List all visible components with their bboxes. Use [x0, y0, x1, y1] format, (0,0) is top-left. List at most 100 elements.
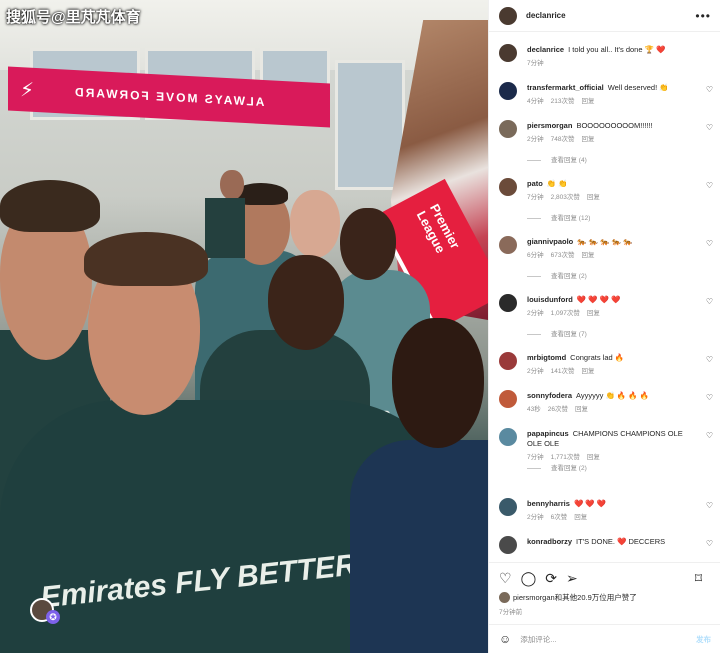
reply-button[interactable]: 回复	[587, 310, 600, 317]
comment-text: BOOOOOOOOOM!!!!!!	[576, 121, 653, 130]
reply-button[interactable]: 回复	[581, 136, 594, 143]
comment-body: declanrice I told you all.. It's done 🏆 ❤…	[527, 45, 699, 69]
comment-likes[interactable]: 673次赞	[551, 252, 575, 259]
view-replies-label[interactable]: 查看回复 (12)	[551, 215, 590, 222]
heart-icon[interactable]: ♡	[706, 85, 713, 94]
heart-icon[interactable]: ♡	[706, 239, 713, 248]
comment-time: 43秒	[527, 406, 541, 413]
avatar[interactable]	[499, 6, 517, 25]
player-hair	[84, 232, 208, 286]
post-timestamp: 7分钟前	[499, 609, 523, 616]
reply-button[interactable]: 回复	[575, 406, 588, 413]
view-replies-label[interactable]: 查看回复 (2)	[551, 465, 587, 472]
avatar[interactable]	[499, 294, 517, 312]
view-replies-button[interactable]: 查看回复 (12)	[527, 212, 590, 222]
emoji-icon[interactable]: ☺	[499, 632, 511, 646]
avatar[interactable]	[499, 390, 517, 408]
post-photo[interactable]: ⚡ ALWAYS MOVE FORWARD Premier League Emi…	[0, 0, 488, 653]
reply-button[interactable]: 回复	[581, 368, 594, 375]
view-replies-label[interactable]: 查看回复 (2)	[551, 273, 587, 280]
comment-time: 2分钟	[527, 310, 544, 317]
repost-icon[interactable]: ⟳	[545, 571, 557, 585]
reply-button[interactable]: 回复	[581, 252, 594, 259]
heart-icon[interactable]: ♡	[706, 355, 713, 364]
reply-button[interactable]: 回复	[587, 194, 600, 201]
divider	[527, 275, 541, 277]
heart-icon[interactable]: ♡	[706, 393, 713, 402]
heart-icon[interactable]: ♡	[706, 501, 713, 510]
comment-username[interactable]: papapincus	[527, 429, 569, 438]
view-replies-button[interactable]: 查看回复 (2)	[527, 270, 587, 280]
heart-icon[interactable]: ♡	[706, 539, 713, 548]
author-username[interactable]: declanrice	[526, 11, 566, 20]
comment-time: 6分钟	[527, 252, 544, 259]
avatar[interactable]	[499, 82, 517, 100]
reply-button[interactable]: 回复	[587, 454, 600, 461]
player-face	[290, 190, 340, 258]
avatar[interactable]	[499, 236, 517, 254]
reply-button[interactable]: 回复	[574, 514, 587, 521]
heart-icon[interactable]: ♡	[706, 297, 713, 306]
view-replies-label[interactable]: 查看回复 (7)	[551, 331, 587, 338]
comment-likes[interactable]: 26次赞	[548, 406, 568, 413]
comment-likes[interactable]: 6次赞	[551, 514, 568, 521]
avatar[interactable]	[499, 178, 517, 196]
heart-icon[interactable]: ♡	[499, 571, 512, 585]
divider	[527, 467, 541, 469]
view-replies-button[interactable]: 查看回复 (7)	[527, 328, 587, 338]
comment-body: mrbigtomd Congrats lad 🔥 2分钟 141次赞 回复	[527, 353, 699, 377]
comment-meta: 2分钟 141次赞 回复	[527, 367, 699, 377]
comment-text: Ayyyyyy 👏 🔥 🔥 🔥	[576, 391, 650, 400]
comment-username[interactable]: declanrice	[527, 45, 564, 54]
divider	[527, 159, 541, 161]
comment-likes[interactable]: 141次赞	[551, 368, 575, 375]
comment-username[interactable]: konradborzy	[527, 537, 572, 546]
watermark: 搜狐号@里芃芃体育	[6, 9, 141, 26]
comment-username[interactable]: louisdunford	[527, 295, 573, 304]
avatar[interactable]	[499, 120, 517, 138]
bookmark-icon[interactable]: ⌑	[695, 571, 702, 585]
reply-button[interactable]: 回复	[581, 98, 594, 105]
avatar[interactable]	[499, 498, 517, 516]
avatar[interactable]	[499, 44, 517, 62]
comment-icon[interactable]: ◯	[521, 571, 537, 585]
comment-meta: 7分钟 2,803次赞 回复	[527, 193, 699, 203]
comment-body: konradborzy IT'S DONE. ❤️ DECCERS	[527, 537, 699, 547]
tag-icon[interactable]: ✪	[46, 610, 60, 624]
heart-icon[interactable]: ♡	[706, 431, 713, 440]
avatar[interactable]	[499, 536, 517, 554]
comment-likes[interactable]: 213次赞	[551, 98, 575, 105]
view-replies-button[interactable]: 查看回复 (2)	[527, 462, 587, 472]
view-replies-button[interactable]: 查看回复 (4)	[527, 154, 587, 164]
more-horizontal-icon[interactable]: •••	[695, 9, 711, 23]
comment-username[interactable]: bennyharris	[527, 499, 570, 508]
comment-likes[interactable]: 1,771次赞	[551, 454, 580, 461]
comment-username[interactable]: sonnyfodera	[527, 391, 572, 400]
comment-likes[interactable]: 2,803次赞	[551, 194, 580, 201]
comment-username[interactable]: pato	[527, 179, 543, 188]
view-replies-label[interactable]: 查看回复 (4)	[551, 157, 587, 164]
player-face	[340, 208, 396, 280]
comment-username[interactable]: mrbigtomd	[527, 353, 566, 362]
comment-text: Well deserved! 👏	[607, 83, 669, 92]
comment-meta: 43秒 26次赞 回复	[527, 405, 699, 415]
post-button[interactable]: 发布	[696, 634, 711, 645]
comment-likes[interactable]: 1,097次赞	[551, 310, 580, 317]
divider	[527, 333, 541, 335]
comment-list[interactable]: declanrice I told you all.. It's done 🏆 ❤…	[489, 36, 720, 562]
comment-text: Congrats lad 🔥	[570, 353, 625, 362]
send-icon[interactable]: ➢	[566, 571, 578, 585]
avatar[interactable]	[499, 352, 517, 370]
comment-input[interactable]	[520, 634, 681, 644]
comment-username[interactable]: piersmorgan	[527, 121, 572, 130]
heart-icon[interactable]: ♡	[706, 181, 713, 190]
heart-icon[interactable]: ♡	[706, 123, 713, 132]
comment-likes[interactable]: 748次赞	[551, 136, 575, 143]
post-sidebar: declanrice ••• declanrice I told you all.…	[488, 0, 720, 653]
avatar[interactable]	[499, 428, 517, 446]
comment-username[interactable]: transfermarkt_official	[527, 83, 604, 92]
likes-summary[interactable]: piersmorgan和其他20.9万位用户赞了	[499, 592, 713, 603]
comment-username[interactable]: giannivpaolo	[527, 237, 573, 246]
comment-text: ❤️ ❤️ ❤️ ❤️	[576, 295, 621, 304]
liked-by-text[interactable]: piersmorgan和其他20.9万位用户赞了	[513, 592, 637, 603]
